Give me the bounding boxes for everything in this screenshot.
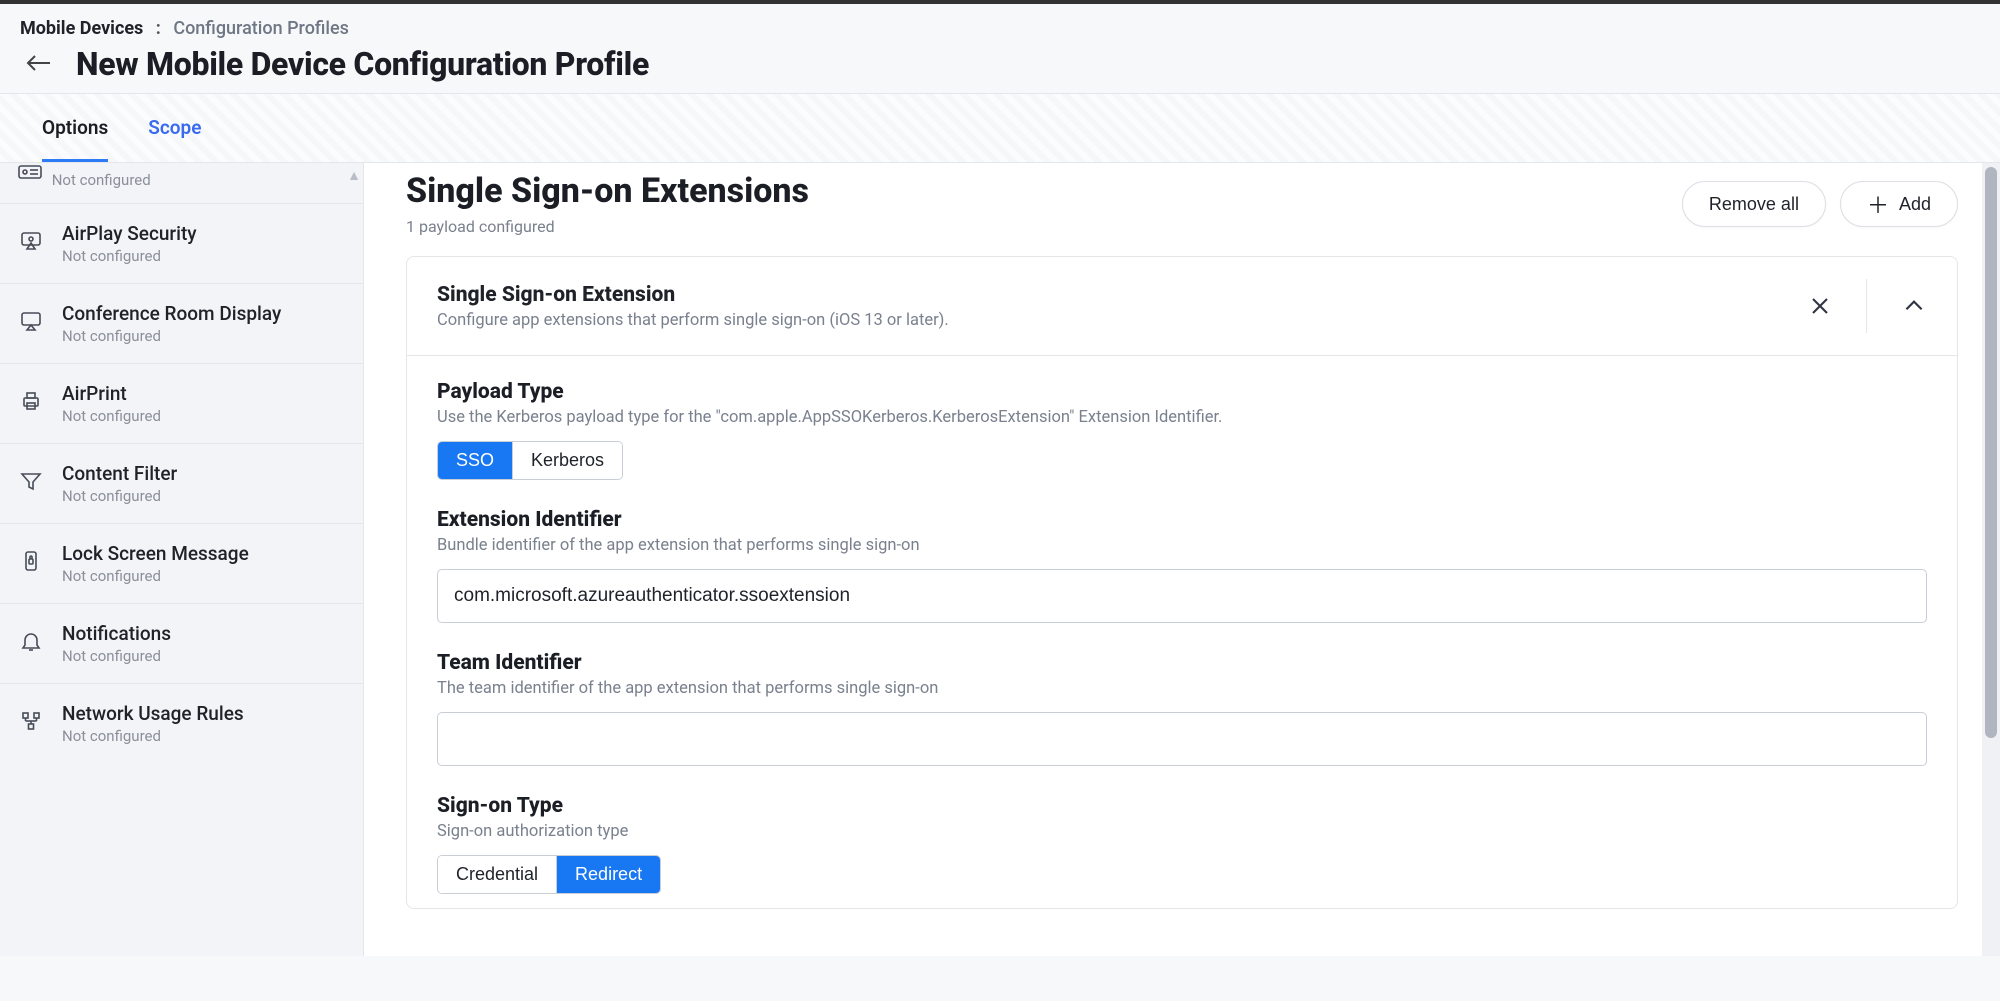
sidebar-item-label: Network Usage Rules [62, 702, 244, 725]
field-payload-type: Payload Type Use the Kerberos payload ty… [437, 380, 1927, 480]
sidebar-item-content-filter[interactable]: Content Filter Not configured [0, 444, 363, 524]
sidebar-item-airplay-security[interactable]: AirPlay Security Not configured [0, 204, 363, 284]
segment-credential[interactable]: Credential [438, 856, 556, 893]
sidebar-item-label: AirPrint [62, 382, 161, 405]
field-team-identifier: Team Identifier The team identifier of t… [437, 651, 1927, 766]
breadcrumb-secondary[interactable]: Configuration Profiles [173, 18, 349, 39]
sidebar-item-status: Not configured [62, 327, 281, 345]
bell-icon [18, 628, 44, 654]
add-button[interactable]: ＋ Add [1840, 181, 1958, 227]
signon-type-segment[interactable]: Credential Redirect [437, 855, 661, 894]
field-title: Payload Type [437, 380, 1927, 404]
field-description: Bundle identifier of the app extension t… [437, 536, 1927, 555]
page-title: New Mobile Device Configuration Profile [76, 45, 649, 83]
remove-all-button[interactable]: Remove all [1682, 181, 1826, 227]
divider [1866, 279, 1867, 333]
sidebar-item-label: AirPlay Security [62, 222, 197, 245]
tab-options[interactable]: Options [42, 94, 108, 162]
display-icon [18, 308, 44, 334]
segment-kerberos[interactable]: Kerberos [512, 442, 622, 479]
sidebar-item-status: Not configured [62, 727, 244, 745]
sidebar-item-status: Not configured [62, 567, 249, 585]
payload-card: Single Sign-on Extension Configure app e… [406, 256, 1958, 909]
airplay-lock-icon [18, 228, 44, 254]
field-description: Sign-on authorization type [437, 822, 1927, 841]
sidebar-item-partial[interactable]: Not configured [0, 163, 363, 204]
chevron-up-icon[interactable] [1901, 293, 1927, 319]
sidebar-item-network-usage-rules[interactable]: Network Usage Rules Not configured [0, 684, 363, 763]
back-arrow-icon[interactable] [20, 46, 58, 82]
sidebar-item-notifications[interactable]: Notifications Not configured [0, 604, 363, 684]
breadcrumb-separator: : [156, 18, 161, 39]
field-title: Team Identifier [437, 651, 1927, 675]
section-subheading: 1 payload configured [406, 217, 809, 236]
close-icon[interactable] [1808, 294, 1832, 318]
sidebar-item-label: Lock Screen Message [62, 542, 249, 565]
tabs-bar: Options Scope [0, 93, 2000, 163]
breadcrumb-primary[interactable]: Mobile Devices [20, 18, 143, 39]
network-icon [18, 708, 44, 734]
field-extension-identifier: Extension Identifier Bundle identifier o… [437, 508, 1927, 623]
card-title: Single Sign-on Extension [437, 283, 949, 307]
scroll-up-icon: ▲ [347, 167, 361, 184]
sidebar-item-label: Conference Room Display [62, 302, 281, 325]
main-content: ▲ Single Sign-on Extensions 1 payload co… [364, 163, 2000, 956]
phone-lock-icon [18, 548, 44, 574]
section-heading: Single Sign-on Extensions [406, 171, 809, 211]
segment-sso[interactable]: SSO [438, 442, 512, 479]
payload-type-segment[interactable]: SSO Kerberos [437, 441, 623, 480]
breadcrumb: Mobile Devices : Configuration Profiles [20, 18, 1980, 39]
team-identifier-input[interactable] [437, 712, 1927, 766]
field-title: Sign-on Type [437, 794, 1927, 818]
segment-redirect[interactable]: Redirect [556, 856, 660, 893]
field-signon-type: Sign-on Type Sign-on authorization type … [437, 794, 1927, 894]
extension-identifier-input[interactable] [437, 569, 1927, 623]
field-description: The team identifier of the app extension… [437, 679, 1927, 698]
sidebar-item-lock-screen-message[interactable]: Lock Screen Message Not configured [0, 524, 363, 604]
header: Mobile Devices : Configuration Profiles … [0, 4, 2000, 93]
sidebar[interactable]: ▲ Not configured AirPlay Security Not co… [0, 163, 364, 956]
sidebar-item-label: Notifications [62, 622, 171, 645]
vertical-scrollbar[interactable] [1982, 163, 2000, 956]
field-title: Extension Identifier [437, 508, 1927, 532]
scrollbar-thumb[interactable] [1985, 167, 1997, 738]
field-description: Use the Kerberos payload type for the "c… [437, 408, 1927, 427]
plus-icon: ＋ [1867, 188, 1889, 220]
sidebar-item-status: Not configured [62, 247, 197, 265]
sidebar-item-status: Not configured [62, 407, 161, 425]
sidebar-item-conference-room-display[interactable]: Conference Room Display Not configured [0, 284, 363, 364]
sidebar-item-status: Not configured [62, 647, 171, 665]
sidebar-item-label: Content Filter [62, 462, 177, 485]
printer-icon [18, 388, 44, 414]
sidebar-item-status: Not configured [62, 487, 177, 505]
card-description: Configure app extensions that perform si… [437, 311, 949, 330]
filter-icon [18, 468, 44, 494]
tab-scope[interactable]: Scope [148, 94, 201, 162]
sidebar-item-airprint[interactable]: AirPrint Not configured [0, 364, 363, 444]
